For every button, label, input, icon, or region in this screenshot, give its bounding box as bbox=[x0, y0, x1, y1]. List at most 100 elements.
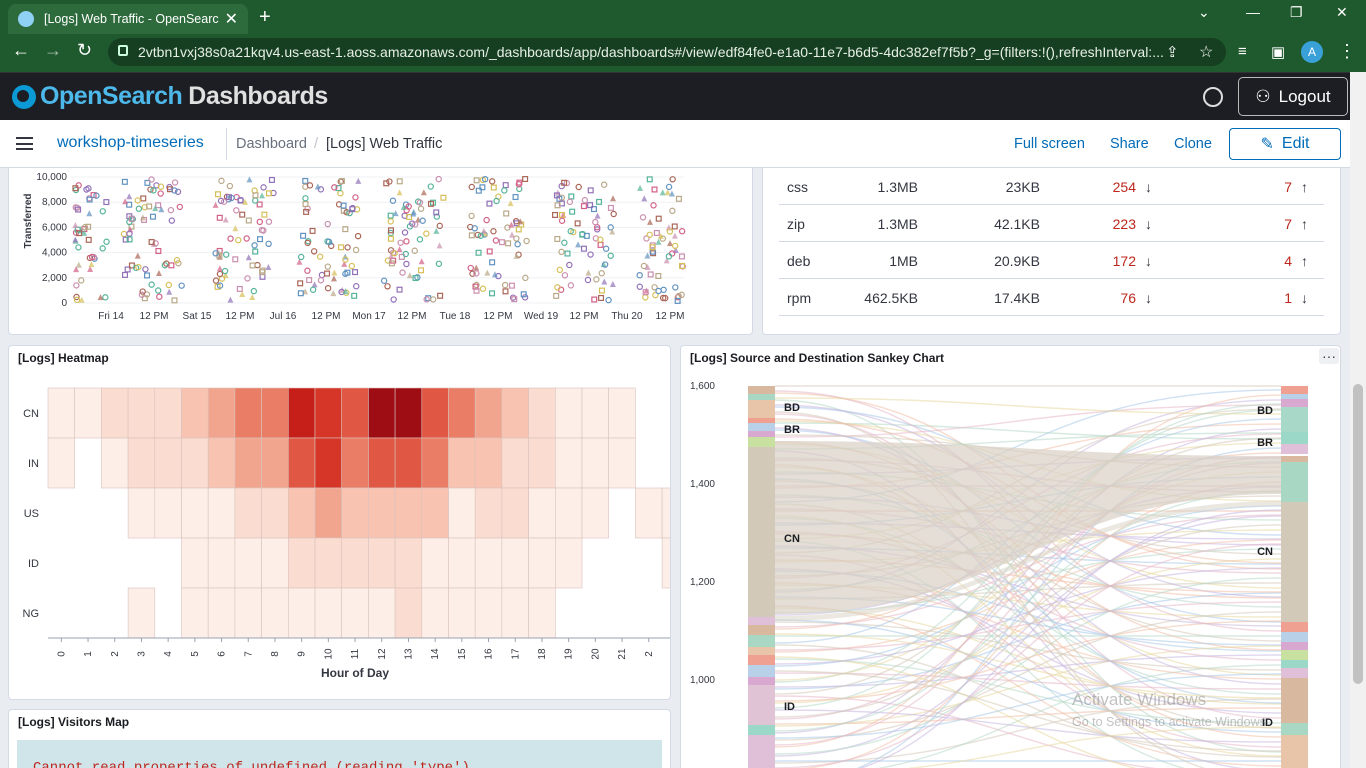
pencil-icon: ✎ bbox=[1260, 136, 1274, 153]
space-link[interactable]: workshop-timeseries bbox=[57, 134, 204, 152]
maximize-icon[interactable]: ❐ bbox=[1290, 4, 1303, 21]
scatter-point bbox=[232, 225, 239, 232]
scatter-point bbox=[566, 261, 573, 269]
logout-button[interactable]: ⚇ Logout bbox=[1238, 77, 1348, 116]
arrow-down-icon: ↓ bbox=[1145, 179, 1152, 195]
breadcrumb-dashboard[interactable]: Dashboard bbox=[236, 136, 307, 152]
scatter-point bbox=[212, 201, 219, 208]
scatter-point bbox=[423, 230, 430, 237]
browser-tab[interactable]: [Logs] Web Traffic - OpenSearch Dashboar… bbox=[8, 4, 248, 34]
scatter-point bbox=[226, 182, 234, 190]
back-icon[interactable]: ← bbox=[12, 40, 30, 61]
scatter-point bbox=[297, 290, 304, 297]
heatmap-cell bbox=[448, 487, 476, 539]
heatmap-cell bbox=[474, 437, 503, 489]
page-scrollbar[interactable] bbox=[1350, 72, 1366, 768]
forward-icon[interactable]: → bbox=[44, 40, 62, 61]
scatter-point bbox=[653, 229, 660, 236]
heatmap-x-tick: 5 bbox=[190, 651, 201, 657]
heatmap-cell bbox=[101, 437, 129, 489]
opensearch-logo-icon bbox=[12, 84, 36, 109]
scatter-point bbox=[489, 259, 496, 266]
heatmap-x-tick: 3 bbox=[136, 651, 147, 657]
scatter-point bbox=[396, 178, 403, 185]
help-icon[interactable] bbox=[1203, 87, 1223, 107]
scatter-y-tick: 2,000 bbox=[42, 273, 67, 284]
reading-list-icon[interactable]: ≡ bbox=[1238, 43, 1247, 60]
file-type-table-panel: css 1.3MB 23KB 254 ↓ 7 ↑ zip 1.3MB 42.1KB 223 ↓ 7 ↑ de… bbox=[762, 168, 1341, 335]
cell-count: 223 bbox=[1112, 216, 1136, 232]
sankey-source-node bbox=[748, 655, 775, 665]
share-button[interactable]: Share bbox=[1110, 136, 1149, 152]
heatmap-cell bbox=[528, 487, 556, 539]
sankey-source-label: BR bbox=[784, 424, 800, 436]
sankey-target-node bbox=[1281, 723, 1308, 735]
reload-icon[interactable]: ↻ bbox=[77, 40, 92, 61]
cell-total-size: 462.5KB bbox=[864, 290, 918, 306]
sankey-source-node bbox=[748, 647, 775, 655]
scatter-point bbox=[265, 218, 273, 225]
scatter-point bbox=[558, 248, 565, 256]
edit-button[interactable]: ✎ Edit bbox=[1229, 128, 1341, 160]
heatmap-cell bbox=[528, 437, 556, 489]
scatter-point bbox=[256, 218, 264, 226]
scatter-point bbox=[338, 244, 345, 251]
cell-average-size: 23KB bbox=[1005, 179, 1040, 195]
cell-extension: rpm bbox=[787, 290, 812, 306]
scatter-point bbox=[387, 212, 394, 219]
close-tab-icon[interactable]: ✕ bbox=[225, 9, 238, 29]
menu-icon[interactable] bbox=[16, 137, 33, 150]
minimize-icon[interactable]: — bbox=[1246, 4, 1260, 20]
scrollbar-thumb[interactable] bbox=[1353, 384, 1363, 684]
heatmap-cell bbox=[341, 487, 369, 539]
scatter-point bbox=[397, 239, 404, 246]
address-bar[interactable]: 2vtbn1vxj38s0a21kqv4.us-east-1.aoss.amaz… bbox=[108, 38, 1226, 66]
scatter-point bbox=[103, 238, 110, 245]
tab-search-icon[interactable]: ⌄ bbox=[1198, 4, 1210, 21]
cell-extension: zip bbox=[787, 216, 805, 232]
cell-extension: deb bbox=[787, 253, 811, 269]
scatter-point bbox=[148, 176, 155, 183]
scatter-point bbox=[664, 189, 671, 196]
scatter-point bbox=[297, 253, 305, 261]
heatmap-cell bbox=[127, 387, 156, 439]
scatter-point bbox=[258, 192, 265, 199]
heatmap-x-tick: 20 bbox=[590, 648, 601, 660]
scatter-point bbox=[505, 240, 512, 247]
heatmap-row-label: CN bbox=[23, 408, 39, 420]
scatter-point bbox=[148, 281, 155, 288]
browser-menu-icon[interactable]: ⋮ bbox=[1338, 41, 1356, 62]
sankey-y-tick: 1,400 bbox=[690, 479, 715, 490]
scatter-x-tick: Fri 14 bbox=[98, 311, 124, 322]
scatter-y-tick: 10,000 bbox=[36, 172, 67, 183]
profile-avatar[interactable]: A bbox=[1301, 41, 1323, 63]
scatter-point bbox=[126, 193, 133, 200]
scatter-point bbox=[437, 292, 444, 299]
bookmark-star-icon[interactable]: ☆ bbox=[1199, 42, 1213, 62]
scatter-x-tick: 12 PM bbox=[656, 311, 685, 322]
arrow-up-icon: ↑ bbox=[1301, 179, 1308, 195]
close-window-icon[interactable]: ✕ bbox=[1336, 4, 1348, 21]
clone-button[interactable]: Clone bbox=[1174, 136, 1212, 152]
scatter-point bbox=[218, 177, 225, 185]
scatter-point bbox=[553, 292, 560, 299]
scatter-point bbox=[140, 195, 147, 202]
scatter-point bbox=[650, 202, 657, 209]
scatter-point bbox=[513, 235, 520, 242]
scatter-point bbox=[166, 288, 173, 295]
full-screen-button[interactable]: Full screen bbox=[1014, 136, 1085, 152]
scatter-point bbox=[256, 201, 263, 208]
scatter-point bbox=[668, 190, 675, 197]
scatter-point bbox=[390, 296, 397, 303]
sankey-target-label: BD bbox=[1257, 405, 1273, 417]
opensearch-logo[interactable]: OpenSearch Dashboards bbox=[12, 82, 328, 111]
sankey-y-tick: 1,200 bbox=[690, 577, 715, 588]
heatmap-cell bbox=[448, 587, 476, 639]
scatter-point bbox=[417, 267, 424, 274]
share-page-icon[interactable]: ⇪ bbox=[1166, 43, 1179, 61]
scatter-point bbox=[355, 177, 362, 184]
new-tab-icon[interactable]: + bbox=[259, 6, 271, 29]
heatmap-x-tick: 11 bbox=[350, 648, 361, 659]
scatter-point bbox=[318, 271, 326, 279]
side-panel-icon[interactable]: ▣ bbox=[1271, 43, 1285, 61]
